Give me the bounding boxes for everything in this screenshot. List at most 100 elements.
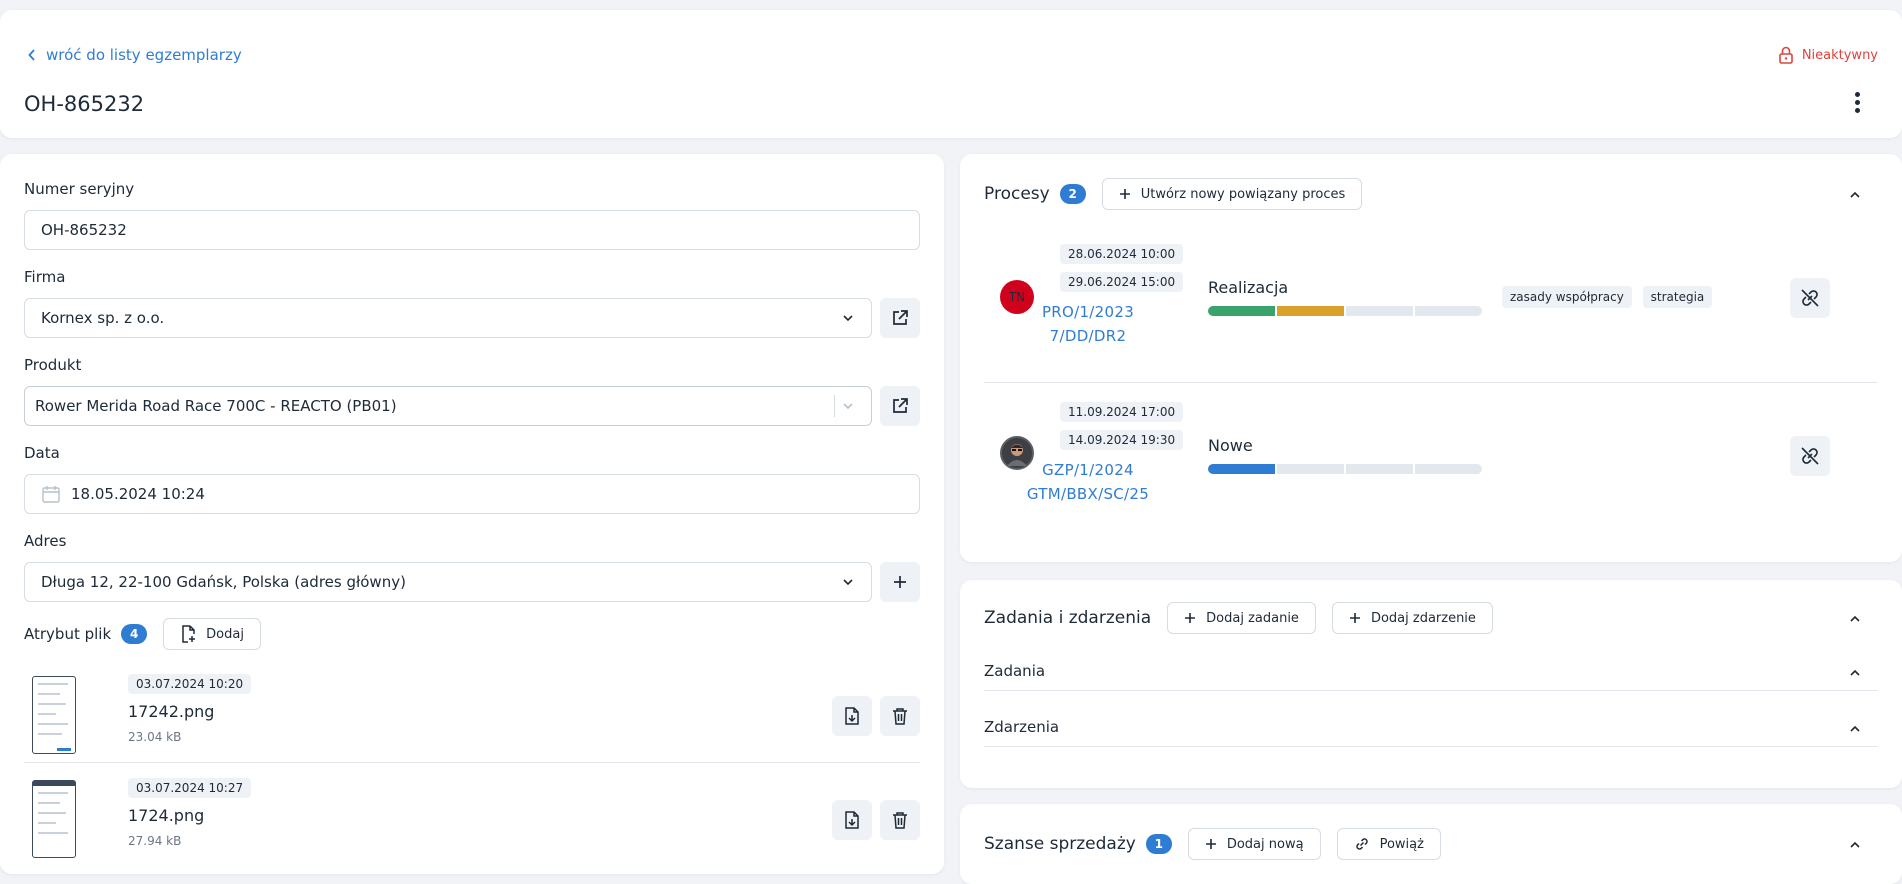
- chevron-up-icon[interactable]: [1848, 612, 1862, 626]
- unlink-process-button[interactable]: [1790, 278, 1830, 318]
- chevron-up-icon[interactable]: [1848, 188, 1862, 202]
- back-link[interactable]: wróć do listy egzemplarzy: [28, 46, 242, 64]
- attachments-label: Atrybut plik: [24, 625, 112, 643]
- file-thumbnail[interactable]: [32, 676, 76, 754]
- progress-segment: [1415, 306, 1482, 316]
- open-company-button[interactable]: [880, 298, 920, 338]
- attachments-header: Atrybut plik 4 Dodaj: [24, 618, 261, 650]
- sales-count-badge: 1: [1145, 834, 1172, 854]
- page-title: OH-865232: [24, 92, 145, 116]
- product-select[interactable]: Rower Merida Road Race 700C - REACTO (PB…: [24, 386, 872, 426]
- process-id-line: GTM/BBX/SC/25: [1026, 485, 1150, 503]
- file-date: 03.07.2024 10:27: [128, 778, 252, 798]
- file-row: 03.07.2024 10:20 17242.png 23.04 kB: [24, 666, 920, 770]
- plus-icon: [1185, 613, 1196, 623]
- add-address-button[interactable]: [880, 562, 920, 602]
- select-separator: [834, 395, 835, 417]
- chevron-up-icon[interactable]: [1848, 722, 1862, 736]
- process-id-link[interactable]: PRO/1/2023 7/DD/DR2: [1008, 300, 1168, 348]
- file-size: 23.04 kB: [128, 730, 182, 744]
- unlink-process-button[interactable]: [1790, 436, 1830, 476]
- date-value: 18.05.2024 10:24: [71, 485, 205, 503]
- delete-file-button[interactable]: [880, 800, 920, 840]
- chevron-down-icon: [843, 403, 853, 410]
- company-value: Kornex sp. z o.o.: [41, 309, 165, 327]
- link-icon: [1355, 838, 1368, 850]
- delete-file-button[interactable]: [880, 696, 920, 736]
- link-sales-label: Powiąż: [1379, 836, 1424, 852]
- file-name[interactable]: 1724.png: [128, 806, 204, 825]
- processes-panel: Procesy 2 Utwórz nowy powiązany proces T…: [960, 154, 1902, 562]
- sales-panel: Szanse sprzedaży 1 Dodaj nową Powiąż: [960, 804, 1902, 884]
- plus-icon: [894, 576, 906, 588]
- attachments-count-badge: 4: [121, 624, 148, 644]
- divider: [984, 690, 1878, 691]
- divider: [24, 762, 920, 763]
- status-badge: Nieaktywny: [1778, 46, 1878, 64]
- process-tag: zasady współpracy: [1502, 286, 1632, 308]
- sales-header: Szanse sprzedaży 1 Dodaj nową Powiąż: [984, 828, 1441, 860]
- process-progress-bar: [1208, 464, 1482, 474]
- download-file-button[interactable]: [832, 696, 872, 736]
- process-tag: strategia: [1642, 286, 1713, 308]
- details-form: Numer seryjny OH-865232 Firma Kornex sp.…: [0, 154, 944, 874]
- divider: [984, 746, 1878, 747]
- lock-icon: [1779, 46, 1793, 64]
- process-id-link[interactable]: GZP/1/2024 GTM/BBX/SC/25: [1008, 458, 1168, 506]
- add-event-button[interactable]: Dodaj zdarzenie: [1331, 602, 1493, 634]
- trash-icon: [893, 708, 907, 725]
- back-link-label: wróć do listy egzemplarzy: [46, 46, 242, 64]
- processes-title: Procesy: [984, 184, 1050, 204]
- process-end-date: 14.09.2024 19:30: [1060, 430, 1184, 450]
- address-value: Długa 12, 22-100 Gdańsk, Polska (adres g…: [41, 573, 406, 591]
- process-stage: Nowe: [1208, 436, 1253, 455]
- unlink-icon: [1801, 289, 1819, 307]
- add-file-label: Dodaj: [206, 626, 244, 642]
- file-add-icon: [182, 625, 196, 643]
- chevron-down-icon: [843, 579, 853, 586]
- events-subsection-title[interactable]: Zdarzenia: [984, 718, 1059, 736]
- process-stage: Realizacja: [1208, 278, 1289, 297]
- chevron-up-icon[interactable]: [1848, 666, 1862, 680]
- add-sales-button[interactable]: Dodaj nową: [1187, 828, 1321, 860]
- page-header: wróć do listy egzemplarzy OH-865232 Niea…: [0, 10, 1902, 138]
- add-task-button[interactable]: Dodaj zadanie: [1167, 602, 1316, 634]
- create-process-button[interactable]: Utwórz nowy powiązany proces: [1101, 178, 1363, 210]
- progress-segment: [1415, 464, 1482, 474]
- tasks-panel: Zadania i zdarzenia Dodaj zadanie Dodaj …: [960, 580, 1902, 788]
- company-label: Firma: [24, 268, 66, 286]
- progress-segment: [1346, 464, 1413, 474]
- file-row: 03.07.2024 10:27 1724.png 27.94 kB: [24, 770, 920, 874]
- tasks-subsection-title[interactable]: Zadania: [984, 662, 1045, 680]
- file-size: 27.94 kB: [128, 834, 182, 848]
- serial-input[interactable]: OH-865232: [24, 210, 920, 250]
- process-tags: zasady współpracy strategia: [1502, 286, 1718, 308]
- add-task-label: Dodaj zadanie: [1206, 610, 1299, 626]
- process-id-line: GZP/1/2024: [1042, 461, 1134, 479]
- more-menu-icon[interactable]: [1852, 92, 1862, 116]
- open-product-button[interactable]: [880, 386, 920, 426]
- process-id-line: PRO/1/2023: [1041, 303, 1135, 321]
- plus-icon: [1205, 839, 1216, 849]
- progress-segment: [1208, 464, 1275, 474]
- divider: [984, 382, 1878, 383]
- date-label: Data: [24, 444, 60, 462]
- process-progress-bar: [1208, 306, 1482, 316]
- company-select[interactable]: Kornex sp. z o.o.: [24, 298, 872, 338]
- progress-segment: [1208, 306, 1275, 316]
- chevron-up-icon[interactable]: [1848, 838, 1862, 852]
- tasks-title: Zadania i zdarzenia: [984, 608, 1152, 628]
- file-name[interactable]: 17242.png: [128, 702, 214, 721]
- download-file-button[interactable]: [832, 800, 872, 840]
- external-link-icon: [893, 310, 908, 325]
- process-start-date: 11.09.2024 17:00: [1060, 402, 1184, 422]
- date-input[interactable]: 18.05.2024 10:24: [24, 474, 920, 514]
- add-file-button[interactable]: Dodaj: [163, 618, 261, 650]
- address-select[interactable]: Długa 12, 22-100 Gdańsk, Polska (adres g…: [24, 562, 872, 602]
- external-link-icon: [893, 398, 908, 413]
- file-thumbnail[interactable]: [32, 780, 76, 858]
- chevron-left-icon: [28, 49, 35, 61]
- file-date: 03.07.2024 10:20: [128, 674, 252, 694]
- link-sales-button[interactable]: Powiąż: [1336, 828, 1441, 860]
- calendar-icon: [42, 486, 60, 503]
